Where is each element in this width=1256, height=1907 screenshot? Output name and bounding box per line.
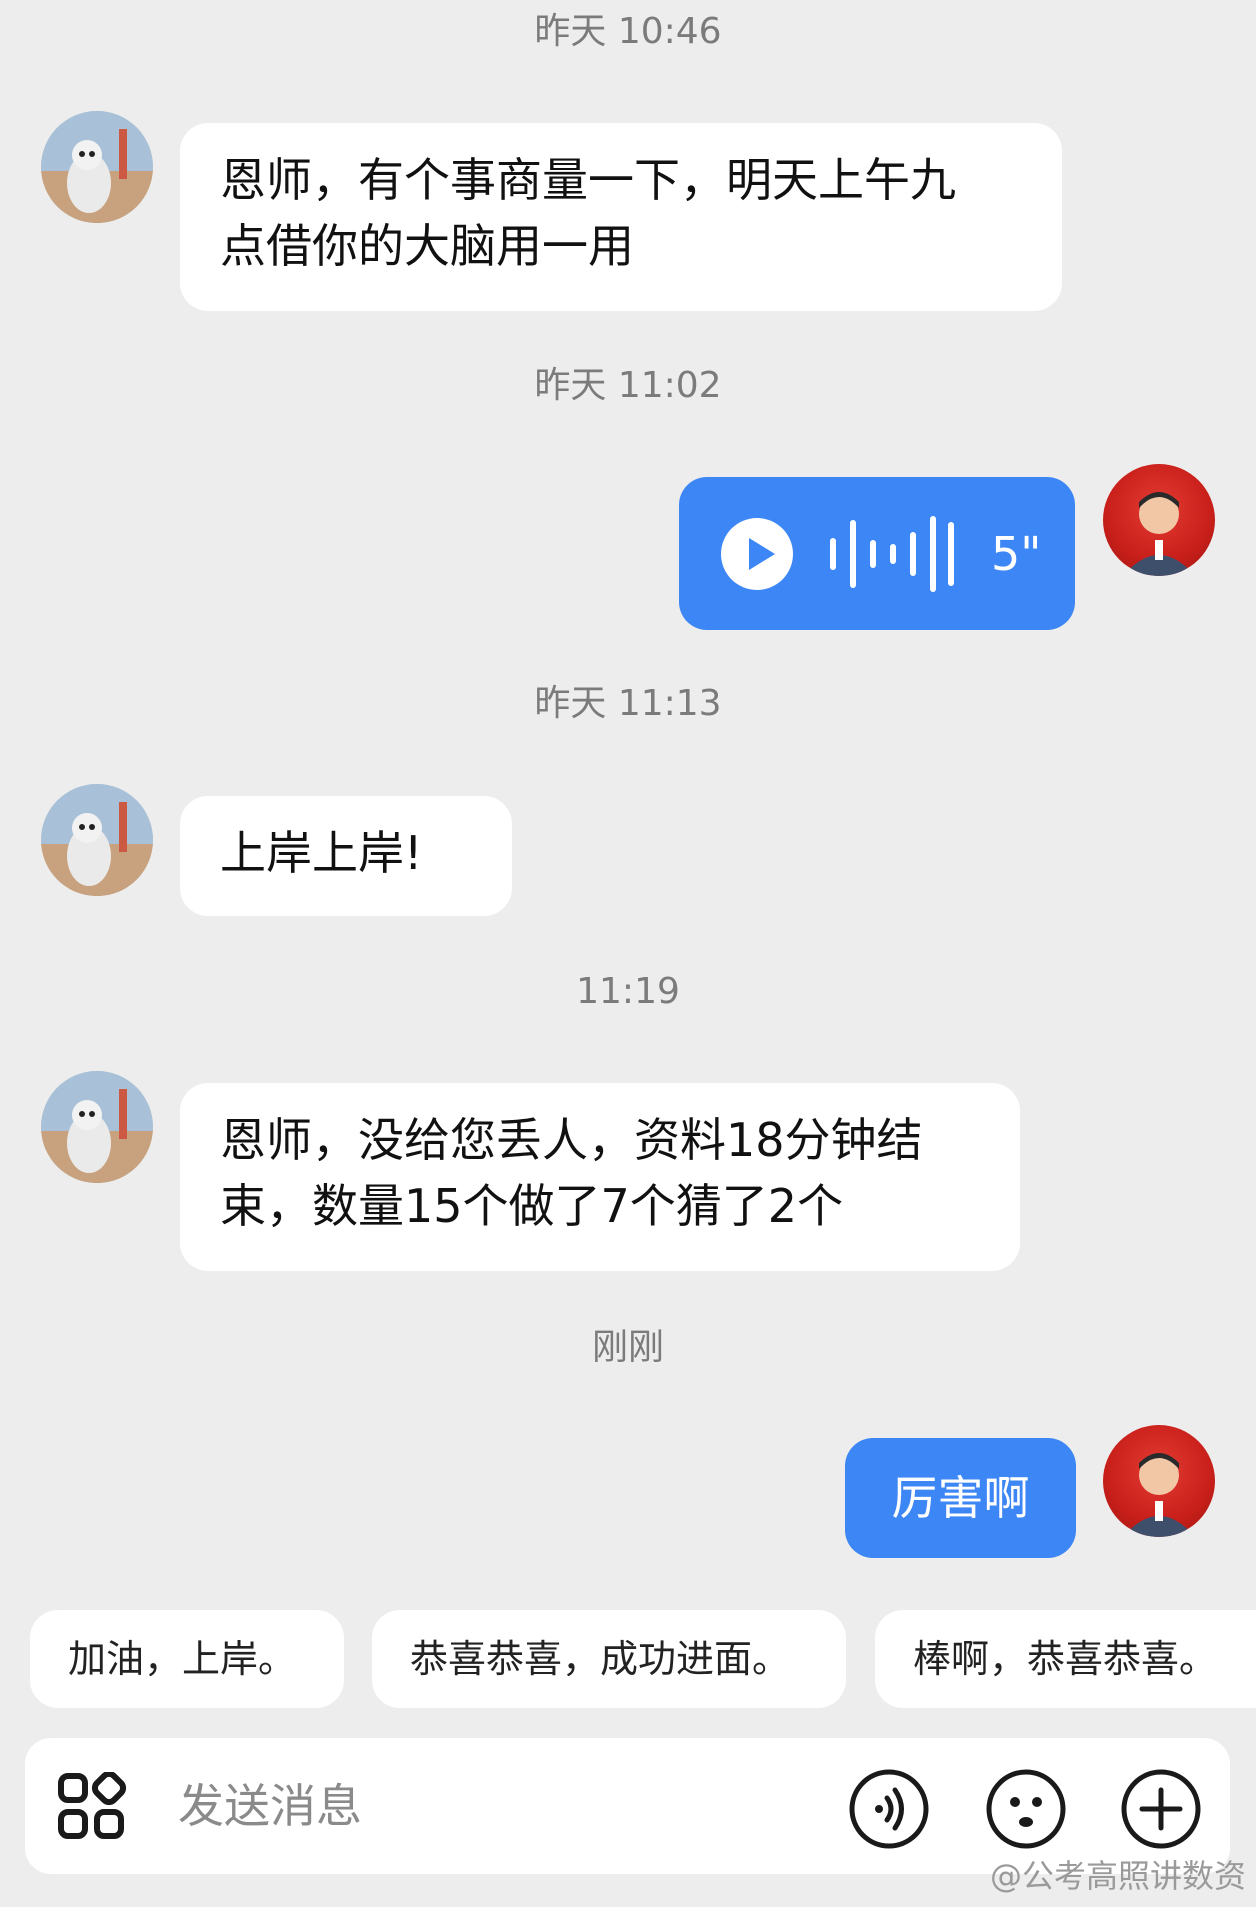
apps-icon[interactable] (57, 1772, 127, 1842)
quick-reply[interactable]: 加油，上岸。 (30, 1610, 344, 1708)
message-bubble-outgoing[interactable]: 厉害啊 (845, 1438, 1076, 1558)
message-bubble-incoming[interactable]: 恩师，有个事商量一下，明天上午九 点借你的大脑用一用 (180, 123, 1062, 311)
friend-avatar[interactable] (41, 111, 153, 223)
timestamp: 11:19 (576, 971, 680, 1012)
my-avatar-image (1123, 1453, 1195, 1537)
my-avatar-image (1123, 492, 1195, 576)
timestamp: 昨天 11:02 (534, 365, 722, 406)
friend-avatar-image (41, 111, 153, 223)
quick-reply[interactable]: 恭喜恭喜，成功进面。 (372, 1610, 846, 1708)
friend-avatar-image (41, 1071, 153, 1183)
waveform-icon (830, 516, 954, 592)
timestamp: 刚刚 (591, 1327, 664, 1368)
message-input[interactable]: 发送消息 (178, 1778, 362, 1834)
friend-avatar[interactable] (41, 784, 153, 896)
message-bubble-incoming[interactable]: 恩师，没给您丢人，资料18分钟结 束，数量15个做了7个猜了2个 (180, 1083, 1020, 1271)
friend-avatar[interactable] (41, 1071, 153, 1183)
play-icon[interactable] (721, 518, 793, 590)
watermark: @公考高照讲数资 (989, 1857, 1246, 1895)
message-bubble-incoming[interactable]: 上岸上岸! (180, 796, 512, 916)
timestamp: 昨天 10:46 (534, 11, 722, 52)
quick-reply[interactable]: 棒啊，恭喜恭喜。 (875, 1610, 1256, 1708)
emoji-icon[interactable] (985, 1768, 1067, 1850)
input-bar: 发送消息 (25, 1738, 1230, 1874)
voice-input-icon[interactable] (848, 1768, 930, 1850)
friend-avatar-image (41, 784, 153, 896)
my-avatar[interactable] (1103, 464, 1215, 576)
voice-duration: 5" (991, 527, 1042, 581)
voice-message-bubble[interactable]: 5" (679, 477, 1075, 630)
timestamp: 昨天 11:13 (534, 683, 722, 724)
plus-icon[interactable] (1120, 1768, 1202, 1850)
my-avatar[interactable] (1103, 1425, 1215, 1537)
